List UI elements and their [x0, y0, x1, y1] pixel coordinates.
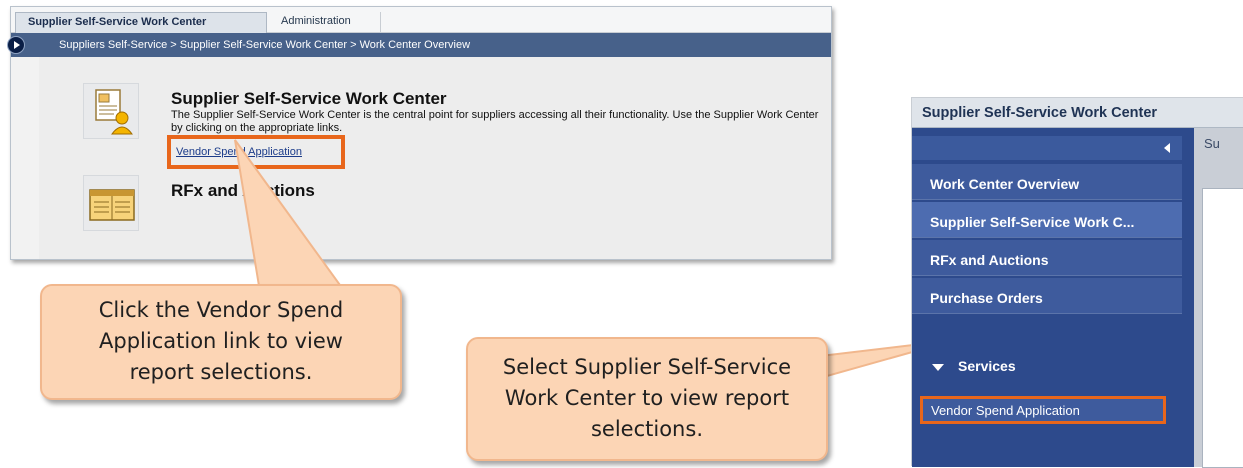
nav-item-purchase-orders[interactable]: Purchase Orders [912, 278, 1182, 314]
left-callout-pointer [234, 139, 347, 293]
callout-text: Click the Vendor Spend Application link … [98, 298, 344, 384]
callout-text: Select Supplier Self-Service Work Center… [502, 355, 792, 441]
work-center-title: Supplier Self-Service Work Center [922, 105, 1158, 121]
callout-vendor-spend-link: Click the Vendor Spend Application link … [40, 284, 402, 400]
callout-select-work-center: Select Supplier Self-Service Work Center… [466, 337, 828, 461]
nav-panel: Work Center Overview Supplier Self-Servi… [912, 128, 1194, 467]
partial-tab-label[interactable]: Su [1204, 136, 1220, 151]
services-group[interactable]: Services [932, 358, 1016, 374]
nav-item-rfx-auctions[interactable]: RFx and Auctions [912, 240, 1182, 276]
navigation-screenshot: Supplier Self-Service Work Center Work C… [911, 97, 1243, 468]
content-area-partial: Su [1194, 128, 1243, 468]
content-panel [1202, 188, 1243, 468]
services-label: Services [958, 358, 1016, 374]
work-center-title-tab[interactable]: Supplier Self-Service Work Center [912, 98, 1243, 128]
nav-item-supplier-self-service[interactable]: Supplier Self-Service Work C... [912, 202, 1182, 238]
collapse-nav-icon[interactable] [912, 136, 1182, 160]
expand-down-icon [932, 363, 944, 371]
nav-item-work-center-overview[interactable]: Work Center Overview [912, 164, 1182, 200]
nav-subitem-vendor-spend-application[interactable]: Vendor Spend Application [920, 396, 1166, 424]
